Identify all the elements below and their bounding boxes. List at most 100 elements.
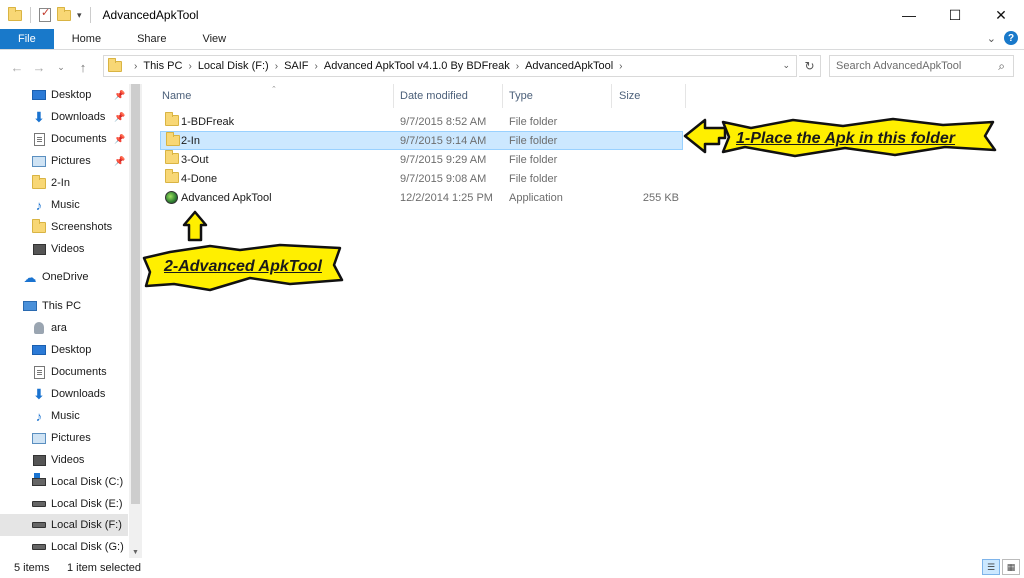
file-row-selected[interactable]: 2-In 9/7/2015 9:14 AM File folder: [160, 131, 683, 150]
callout-advanced-tool-text: 2-Advanced ApkTool: [164, 258, 322, 275]
chevron-right-icon[interactable]: ›: [188, 61, 191, 72]
recent-locations-button[interactable]: ⌄: [50, 62, 72, 73]
pin-icon: 📌: [114, 111, 126, 122]
address-dropdown-icon[interactable]: ⌄: [782, 60, 790, 71]
chevron-right-icon[interactable]: ›: [315, 61, 318, 72]
desktop-icon: [31, 88, 47, 102]
up-button[interactable]: ↑: [72, 60, 94, 75]
close-button[interactable]: ✕: [978, 0, 1024, 30]
refresh-button[interactable]: ↻: [799, 55, 821, 77]
status-bar: 5 items 1 item selected ☰ ▦: [0, 558, 1024, 578]
nav-item-label: Desktop: [51, 89, 92, 101]
nav-quick-music[interactable]: ♪ Music: [0, 194, 128, 216]
cloud-icon: ☁: [23, 269, 37, 285]
chevron-right-icon[interactable]: ›: [275, 61, 278, 72]
file-row[interactable]: 4-Done 9/7/2015 9:08 AM File folder: [160, 169, 683, 188]
tab-view[interactable]: View: [184, 29, 244, 49]
file-row[interactable]: Advanced ApkTool 12/2/2014 1:25 PM Appli…: [160, 188, 683, 207]
nav-item-label: Desktop: [51, 344, 92, 356]
nav-quick-pictures[interactable]: Pictures 📌: [0, 150, 128, 172]
column-header-name[interactable]: Name: [162, 84, 398, 108]
callout-place-apk-text: 1-Place the Apk in this folder: [736, 130, 956, 147]
details-view-button[interactable]: ☰: [982, 559, 1000, 575]
tab-file[interactable]: File: [0, 29, 54, 49]
documents-icon: [31, 132, 47, 146]
scrollbar-thumb[interactable]: [131, 84, 140, 504]
nav-pc-local-disk-e[interactable]: Local Disk (E:): [0, 493, 128, 515]
nav-pc-downloads[interactable]: ⬇ Downloads: [0, 383, 128, 405]
file-row[interactable]: 3-Out 9/7/2015 9:29 AM File folder: [160, 150, 683, 169]
folder-icon: [165, 150, 179, 167]
search-box[interactable]: ⌕: [829, 55, 1014, 77]
breadcrumb-advanced-apktool-v410[interactable]: Advanced ApkTool v4.1.0 By BDFreak: [324, 60, 510, 72]
column-header-date[interactable]: Date modified: [400, 84, 504, 108]
column-divider[interactable]: [393, 84, 394, 108]
breadcrumb-this-pc[interactable]: This PC: [143, 60, 182, 72]
nav-item-label: Local Disk (C:): [51, 476, 124, 488]
nav-pc-ara[interactable]: ara: [0, 317, 128, 339]
breadcrumb-saif[interactable]: SAIF: [284, 60, 308, 72]
nav-pc-videos[interactable]: Videos: [0, 449, 128, 471]
properties-icon[interactable]: [39, 6, 51, 22]
new-folder-icon[interactable]: [57, 6, 71, 21]
nav-quick-downloads[interactable]: ⬇ Downloads 📌: [0, 106, 128, 128]
search-icon[interactable]: ⌕: [998, 59, 1005, 74]
file-row[interactable]: 1-BDFreak 9/7/2015 8:52 AM File folder: [160, 112, 683, 131]
column-header-type[interactable]: Type: [509, 84, 609, 108]
chevron-right-icon[interactable]: ›: [134, 61, 137, 72]
nav-item-label: Videos: [51, 243, 85, 255]
help-icon[interactable]: ?: [1004, 31, 1018, 45]
nav-item-label: This PC: [42, 300, 82, 312]
file-name: 2-In: [181, 134, 200, 147]
nav-scrollbar[interactable]: ▼: [129, 84, 142, 558]
file-name: Advanced ApkTool: [181, 191, 272, 204]
nav-quick-documents[interactable]: Documents 📌: [0, 128, 128, 150]
nav-quick-videos[interactable]: Videos: [0, 238, 128, 260]
chevron-right-icon[interactable]: ›: [619, 61, 622, 72]
nav-quick-screenshots[interactable]: Screenshots: [0, 216, 128, 238]
breadcrumb-advancedapktool[interactable]: AdvancedApkTool: [525, 60, 613, 72]
forward-button[interactable]: →: [28, 60, 50, 75]
file-name: 4-Done: [181, 172, 218, 185]
scroll-down-icon[interactable]: ▼: [131, 549, 140, 556]
column-divider[interactable]: [502, 84, 503, 108]
column-header-size[interactable]: Size: [619, 84, 685, 108]
back-button[interactable]: ←: [6, 60, 28, 75]
pictures-icon: [31, 154, 47, 168]
tab-share[interactable]: Share: [119, 29, 184, 49]
column-divider[interactable]: [611, 84, 612, 108]
file-type: File folder: [509, 134, 558, 147]
nav-pc-music[interactable]: ♪ Music: [0, 405, 128, 427]
nav-item-label: 2-In: [51, 177, 70, 189]
chevron-right-icon[interactable]: ›: [516, 61, 519, 72]
chevron-down-icon[interactable]: ⌄: [987, 32, 996, 45]
tab-home[interactable]: Home: [54, 29, 119, 49]
address-bar[interactable]: › This PC › Local Disk (F:) › SAIF › Adv…: [103, 55, 797, 77]
nav-pc-local-disk-g[interactable]: Local Disk (G:): [0, 536, 128, 558]
nav-item-label: Videos: [51, 454, 85, 466]
pin-icon: 📌: [114, 155, 126, 166]
large-icons-view-button[interactable]: ▦: [1002, 559, 1020, 575]
window-title: AdvancedApkTool: [102, 8, 199, 22]
search-input[interactable]: [836, 60, 986, 72]
maximize-button[interactable]: ☐: [932, 0, 978, 30]
customize-toolbar-icon[interactable]: ▾: [77, 10, 82, 21]
file-name: 3-Out: [181, 153, 209, 166]
nav-item-label: ara: [51, 322, 67, 334]
nav-pc-documents[interactable]: Documents: [0, 361, 128, 383]
folder-icon: [31, 174, 47, 190]
ribbon-right-controls: ⌄ ?: [987, 31, 1018, 45]
minimize-button[interactable]: —: [886, 0, 932, 30]
nav-quick-desktop[interactable]: Desktop 📌: [0, 84, 128, 106]
nav-onedrive[interactable]: ☁ OneDrive: [0, 266, 128, 288]
nav-pc-local-disk-c[interactable]: Local Disk (C:): [0, 471, 128, 493]
title-bar: ▾ AdvancedApkTool — ☐ ✕: [0, 0, 1024, 30]
nav-this-pc[interactable]: This PC: [0, 295, 128, 317]
nav-pc-local-disk-f[interactable]: Local Disk (F:): [0, 514, 128, 536]
breadcrumb-local-disk-f[interactable]: Local Disk (F:): [198, 60, 269, 72]
nav-pc-pictures[interactable]: Pictures: [0, 427, 128, 449]
column-divider[interactable]: [685, 84, 686, 108]
drive-icon: [31, 518, 47, 532]
nav-pc-desktop[interactable]: Desktop: [0, 339, 128, 361]
nav-quick-2-in[interactable]: 2-In: [0, 172, 128, 194]
